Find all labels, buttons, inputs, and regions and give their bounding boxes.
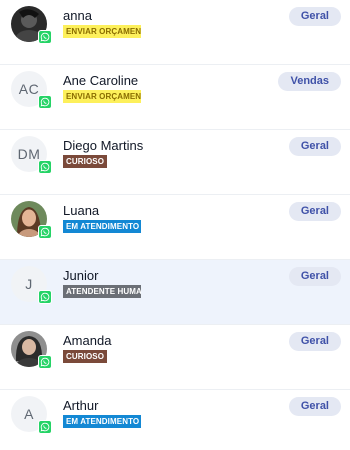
whatsapp-icon (38, 30, 52, 44)
status-badge: EM ATENDIMENTO (63, 220, 141, 233)
contact-name: Diego Martins (63, 138, 144, 153)
department-tag: Vendas (278, 72, 341, 91)
whatsapp-icon (38, 420, 52, 434)
status-badge: ATENDENTE HUMANO (63, 285, 141, 298)
department-tag: Geral (288, 7, 341, 26)
contact-name: Ane Caroline (63, 73, 139, 88)
contact-row[interactable]: A Arthur EM ATENDIMENTO Geral (0, 390, 350, 450)
contact-name: Amanda (63, 333, 112, 348)
department-tag: Geral (288, 332, 341, 351)
avatar (11, 6, 52, 44)
avatar-initials: AC (18, 81, 40, 97)
avatar: AC (11, 71, 52, 109)
avatar: J (11, 266, 52, 304)
contact-name: anna (63, 8, 92, 23)
department-tag: Geral (288, 202, 341, 221)
contact-row-selected[interactable]: J Junior ATENDENTE HUMANO Geral (0, 260, 350, 325)
whatsapp-icon (38, 95, 52, 109)
status-badge: ENVIAR ORÇAMENTO (63, 25, 141, 38)
contact-row[interactable]: AC Ane Caroline ENVIAR ORÇAMENTO Vendas (0, 65, 350, 130)
department-tag: Geral (288, 397, 341, 416)
whatsapp-icon (38, 355, 52, 369)
contact-row[interactable]: Amanda CURIOSO Geral (0, 325, 350, 390)
status-badge: CURIOSO (63, 350, 108, 363)
avatar (11, 201, 52, 239)
status-badge: CURIOSO (63, 155, 108, 168)
avatar-initials: J (25, 276, 33, 292)
status-badge: EM ATENDIMENTO (63, 415, 141, 428)
avatar-initials: A (24, 406, 34, 422)
whatsapp-icon (38, 290, 52, 304)
contact-name: Arthur (63, 398, 99, 413)
whatsapp-icon (38, 160, 52, 174)
department-tag: Geral (288, 137, 341, 156)
avatar (11, 331, 52, 369)
avatar: A (11, 396, 52, 434)
contact-name: Luana (63, 203, 100, 218)
contact-row[interactable]: anna ENVIAR ORÇAMENTO Geral (0, 0, 350, 65)
department-tag: Geral (288, 267, 341, 286)
contact-list: anna ENVIAR ORÇAMENTO Geral AC Ane Carol… (0, 0, 350, 450)
contact-row[interactable]: DM Diego Martins CURIOSO Geral (0, 130, 350, 195)
status-badge: ENVIAR ORÇAMENTO (63, 90, 141, 103)
avatar: DM (11, 136, 52, 174)
contact-name: Junior (63, 268, 99, 283)
contact-row[interactable]: Luana EM ATENDIMENTO Geral (0, 195, 350, 260)
avatar-initials: DM (17, 146, 41, 162)
whatsapp-icon (38, 225, 52, 239)
